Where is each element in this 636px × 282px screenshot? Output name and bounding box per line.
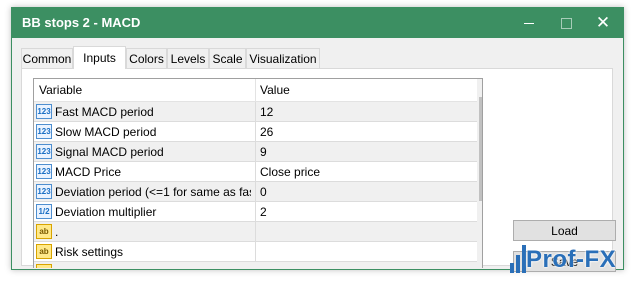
table-row[interactable]: 123 Slow MACD period 26 xyxy=(34,122,477,142)
column-divider[interactable] xyxy=(255,79,256,101)
int-icon: 123 xyxy=(36,124,52,139)
table-row[interactable]: 123 Signal MACD period 9 xyxy=(34,142,477,162)
int-icon: 123 xyxy=(36,144,52,159)
table-row[interactable]: 123 Fast MACD period 12 xyxy=(34,102,477,122)
window-title: BB stops 2 - MACD xyxy=(22,15,141,30)
table-row[interactable]: 1/2 Deviation multiplier 2 xyxy=(34,202,477,222)
string-icon: ab xyxy=(36,244,52,259)
maximize-button[interactable] xyxy=(549,8,583,38)
cell-divider xyxy=(255,222,256,242)
tab-inputs[interactable]: Inputs xyxy=(73,46,126,69)
title-bar[interactable]: BB stops 2 - MACD ✕ xyxy=(12,8,623,38)
string-icon xyxy=(36,264,52,268)
watermark-logo: Prof-FX xyxy=(508,237,634,279)
maximize-icon xyxy=(560,17,572,29)
grid-header: Variable Value xyxy=(34,79,482,102)
variable-value[interactable]: 9 xyxy=(260,145,267,159)
tab-visualization[interactable]: Visualization xyxy=(246,48,320,68)
scroll-down-icon[interactable]: ▼ xyxy=(477,235,482,252)
minimize-icon xyxy=(524,22,534,24)
enum-icon: 123 xyxy=(36,164,52,179)
table-row[interactable]: ab . xyxy=(34,222,477,242)
variable-value[interactable]: 0 xyxy=(260,185,267,199)
tab-levels[interactable]: Levels xyxy=(167,48,209,68)
column-header-variable[interactable]: Variable xyxy=(39,83,82,97)
variable-name: Deviation multiplier xyxy=(55,205,157,219)
double-icon: 1/2 xyxy=(36,204,52,219)
variable-name: Risk settings xyxy=(55,245,124,259)
vertical-scrollbar[interactable]: ▲ ▼ xyxy=(477,79,482,268)
tab-label: Inputs xyxy=(83,51,116,65)
variable-value[interactable]: 12 xyxy=(260,105,273,119)
tab-common[interactable]: Common xyxy=(21,48,73,68)
cell-divider xyxy=(255,102,256,122)
tab-label: Common xyxy=(22,51,72,66)
tab-scale[interactable]: Scale xyxy=(209,48,246,68)
variable-name: Deviation period (<=1 for same as fas... xyxy=(55,185,251,199)
variable-name: MACD Price xyxy=(55,165,122,179)
int-icon: 123 xyxy=(36,104,52,119)
variable-name: Slow MACD period xyxy=(55,125,157,139)
column-header-value[interactable]: Value xyxy=(260,83,290,97)
variable-name: . xyxy=(55,225,59,239)
dialog-window: BB stops 2 - MACD ✕ Common Inputs Colors… xyxy=(11,7,624,272)
cell-divider xyxy=(255,202,256,222)
tab-label: Scale xyxy=(212,51,243,66)
cell-divider xyxy=(255,242,256,262)
inputs-grid: Variable Value 123 Fast MACD period 12 1… xyxy=(33,78,483,268)
close-icon: ✕ xyxy=(595,13,611,32)
table-row[interactable]: ab Risk settings xyxy=(34,242,477,262)
table-row[interactable]: 123 MACD Price Close price xyxy=(34,162,477,182)
table-row[interactable]: 123 Deviation period (<=1 for same as fa… xyxy=(34,182,477,202)
close-button[interactable]: ✕ xyxy=(586,8,620,38)
cell-divider xyxy=(255,122,256,142)
table-row[interactable] xyxy=(34,262,477,268)
cell-divider xyxy=(255,182,256,202)
variable-name: Signal MACD period xyxy=(55,145,164,159)
variable-name: Fast MACD period xyxy=(55,105,154,119)
int-icon: 123 xyxy=(36,184,52,199)
tab-label: Visualization xyxy=(249,51,317,66)
variable-value[interactable]: Close price xyxy=(260,165,320,179)
minimize-button[interactable] xyxy=(512,8,546,38)
cell-divider xyxy=(255,162,256,182)
tab-colors[interactable]: Colors xyxy=(126,48,167,68)
string-icon: ab xyxy=(36,224,52,239)
cell-divider xyxy=(255,142,256,162)
scrollbar-thumb[interactable] xyxy=(479,97,482,201)
scroll-up-icon[interactable]: ▲ xyxy=(477,79,482,96)
tab-label: Levels xyxy=(170,51,206,66)
variable-value[interactable]: 26 xyxy=(260,125,273,139)
tab-label: Colors xyxy=(129,51,164,66)
variable-value[interactable]: 2 xyxy=(260,205,267,219)
watermark-text: Prof-FX xyxy=(526,246,617,273)
